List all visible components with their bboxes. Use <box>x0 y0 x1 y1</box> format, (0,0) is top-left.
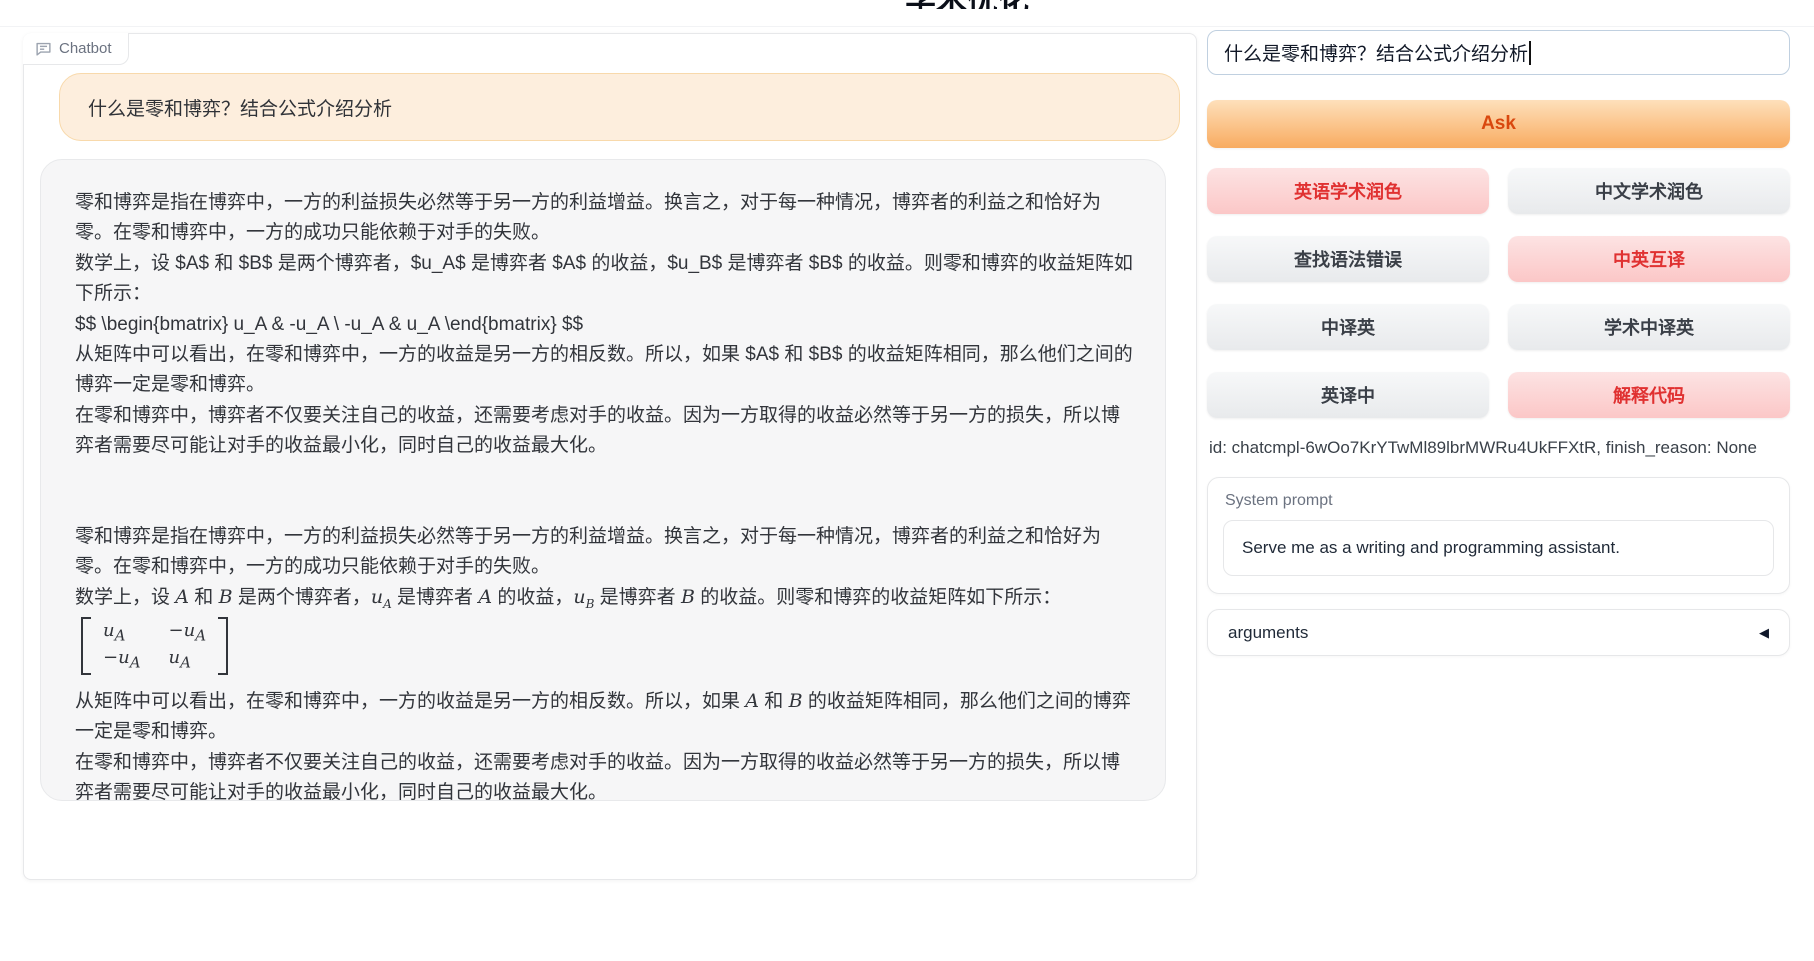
bot-block-rendered: 零和博弈是指在博弈中，一方的利益损失必然等于另一方的利益增益。换言之，对于每一种… <box>75 522 1137 801</box>
quick-action-button[interactable]: 中文学术润色 <box>1508 168 1790 214</box>
quick-action-button[interactable]: 英译中 <box>1207 372 1489 418</box>
chatbot-label-text: Chatbot <box>59 40 112 57</box>
matrix-cell: −uA <box>169 619 207 646</box>
bot-paragraph: 数学上，设 A 和 B 是两个博弈者，uA 是博弈者 A 的收益，uB 是博弈者… <box>75 582 1137 614</box>
matrix-cell: uA <box>103 619 141 646</box>
matrix-bracket-right <box>218 617 228 675</box>
page-title-clipped: 学术优化 <box>892 0 1042 9</box>
arguments-accordion[interactable]: arguments ◀ <box>1207 609 1790 656</box>
arguments-label: arguments <box>1228 623 1308 643</box>
user-message-bubble: 什么是零和博弈？结合公式介绍分析 <box>59 73 1180 141</box>
question-input[interactable]: 什么是零和博弈？结合公式介绍分析 <box>1207 30 1790 75</box>
quick-action-button[interactable]: 中英互译 <box>1508 236 1790 282</box>
quick-action-button[interactable]: 英语学术润色 <box>1207 168 1489 214</box>
system-prompt-group: System prompt Serve me as a writing and … <box>1207 477 1790 594</box>
matrix-bracket-left <box>81 617 91 675</box>
response-id-status: id: chatcmpl-6wOo7KrYTwMl89lbrMWRu4UkFFX… <box>1209 438 1757 458</box>
bot-paragraph: 零和博弈是指在博弈中，一方的利益损失必然等于另一方的利益增益。换言之，对于每一种… <box>75 188 1137 249</box>
quick-action-button[interactable]: 查找语法错误 <box>1207 236 1489 282</box>
chatbot-block-label: Chatbot <box>23 33 129 65</box>
bot-paragraph: 在零和博弈中，博弈者不仅要关注自己的收益，还需要考虑对手的收益。因为一方取得的收… <box>75 401 1137 462</box>
bot-paragraph: 从矩阵中可以看出，在零和博弈中，一方的收益是另一方的相反数。所以，如果 A 和 … <box>75 686 1137 748</box>
system-prompt-value: Serve me as a writing and programming as… <box>1242 538 1620 558</box>
question-input-value: 什么是零和博弈？结合公式介绍分析 <box>1224 39 1528 66</box>
matrix-cell: −uA <box>103 646 141 673</box>
bot-paragraph: 数学上，设 $A$ 和 $B$ 是两个博弈者，$u_A$ 是博弈者 $A$ 的收… <box>75 249 1137 310</box>
payoff-matrix: uA−uA−uAuA <box>81 617 228 675</box>
page-title: 学术优化 <box>892 0 1042 9</box>
system-prompt-label: System prompt <box>1225 492 1774 510</box>
bot-block-raw: 零和博弈是指在博弈中，一方的利益损失必然等于另一方的利益增益。换言之，对于每一种… <box>75 188 1137 462</box>
bot-paragraph: 零和博弈是指在博弈中，一方的利益损失必然等于另一方的利益增益。换言之，对于每一种… <box>75 522 1137 583</box>
chat-bubble-icon <box>35 40 52 57</box>
quick-action-button[interactable]: 学术中译英 <box>1508 304 1790 350</box>
bot-paragraph: 在零和博弈中，博弈者不仅要关注自己的收益，还需要考虑对手的收益。因为一方取得的收… <box>75 748 1137 801</box>
ask-button[interactable]: Ask <box>1207 100 1790 148</box>
text-caret <box>1529 41 1531 65</box>
bot-paragraph: 从矩阵中可以看出，在零和博弈中，一方的收益是另一方的相反数。所以，如果 $A$ … <box>75 340 1137 401</box>
user-message-text: 什么是零和博弈？结合公式介绍分析 <box>88 94 392 121</box>
matrix-cells: uA−uA−uAuA <box>91 617 218 675</box>
bot-paragraph: $$ \begin{bmatrix} u_A & -u_A \ -u_A & u… <box>75 310 1137 340</box>
bot-message-bubble: 零和博弈是指在博弈中，一方的利益损失必然等于另一方的利益增益。换言之，对于每一种… <box>40 159 1166 801</box>
matrix-cell: uA <box>169 646 207 673</box>
accordion-collapse-icon: ◀ <box>1759 625 1769 641</box>
system-prompt-input[interactable]: Serve me as a writing and programming as… <box>1223 520 1774 576</box>
quick-button-grid: 英语学术润色中文学术润色查找语法错误中英互译中译英学术中译英英译中解释代码 <box>1207 168 1790 418</box>
top-divider <box>0 26 1814 27</box>
chatbot-panel: Chatbot 什么是零和博弈？结合公式介绍分析 零和博弈是指在博弈中，一方的利… <box>23 33 1197 880</box>
quick-action-button[interactable]: 解释代码 <box>1508 372 1790 418</box>
quick-action-button[interactable]: 中译英 <box>1207 304 1489 350</box>
